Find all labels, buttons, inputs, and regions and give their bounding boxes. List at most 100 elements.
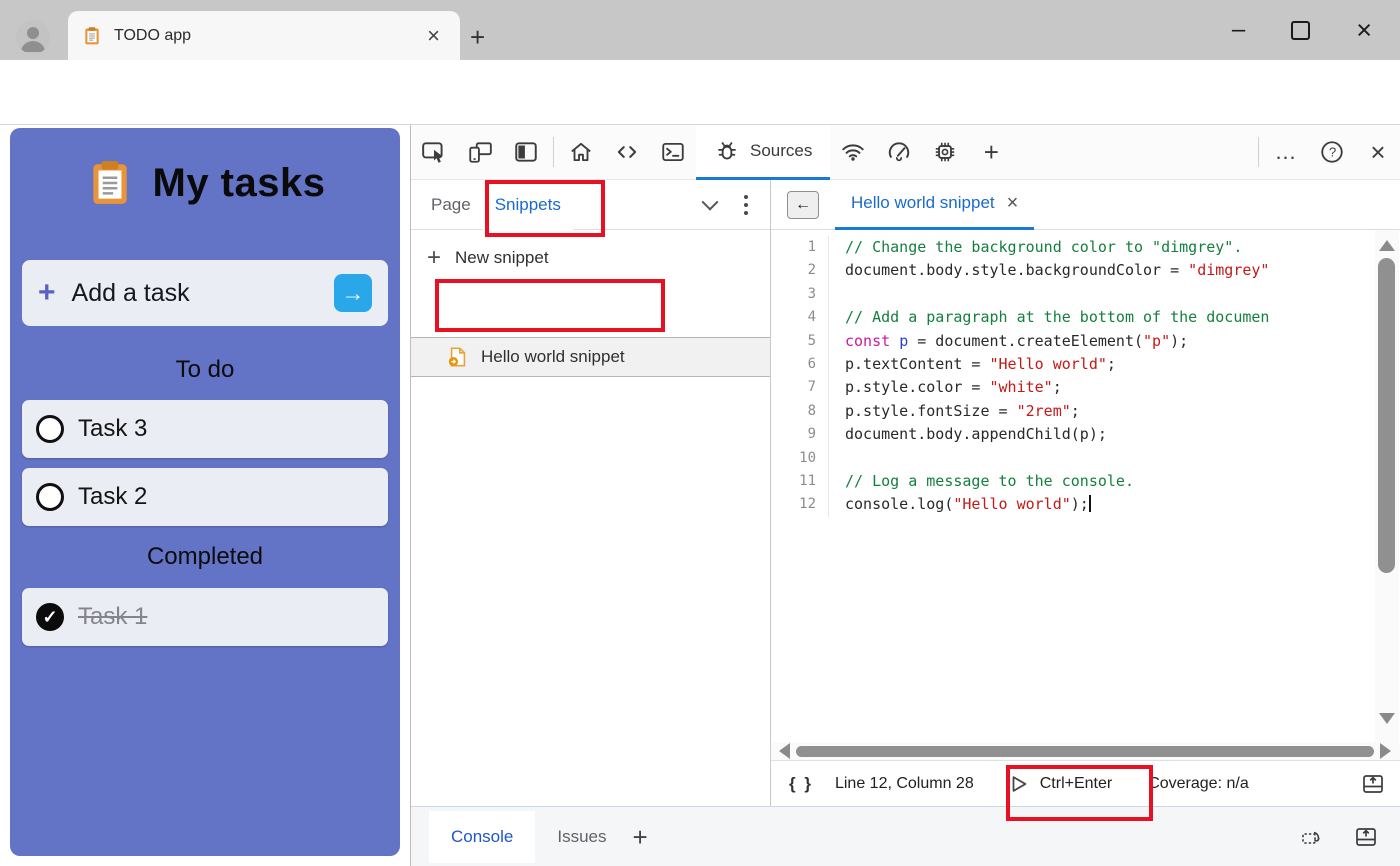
- task-row[interactable]: Task 2: [22, 468, 388, 526]
- code-line[interactable]: 6p.textContent = "Hello world";: [771, 353, 1400, 376]
- console-panel-icon[interactable]: [650, 132, 696, 172]
- toolbar-divider: [553, 137, 554, 167]
- code-line[interactable]: 5const p = document.createElement("p");: [771, 330, 1400, 353]
- code-line[interactable]: 7p.style.color = "white";: [771, 376, 1400, 399]
- network-conditions-icon[interactable]: [830, 132, 876, 172]
- code-line[interactable]: 9document.body.appendChild(p);: [771, 423, 1400, 446]
- browser-window: TODO app × + – × ← https://microsoftedge…: [0, 0, 1400, 866]
- hide-navigator-icon[interactable]: ←: [787, 191, 819, 219]
- memory-chip-icon[interactable]: [922, 132, 968, 172]
- tab-strip: TODO app × + – ×: [0, 0, 1400, 60]
- profile-avatar[interactable]: [16, 20, 50, 54]
- horizontal-scrollbar[interactable]: [771, 742, 1400, 760]
- welcome-home-icon[interactable]: [558, 132, 604, 172]
- code-line[interactable]: 2document.body.style.backgroundColor = "…: [771, 259, 1400, 282]
- performance-gauge-icon[interactable]: [876, 132, 922, 172]
- scroll-up-icon[interactable]: [1379, 240, 1395, 251]
- run-snippet-button[interactable]: Ctrl+Enter: [1008, 773, 1112, 795]
- tab-snippets[interactable]: Snippets: [483, 180, 573, 230]
- run-shortcut-label: Ctrl+Enter: [1040, 775, 1112, 793]
- code-line[interactable]: 3: [771, 283, 1400, 306]
- sources-tab-label: Sources: [750, 141, 812, 161]
- add-task-submit-button[interactable]: →: [334, 274, 372, 312]
- vertical-scrollbar[interactable]: [1375, 230, 1399, 742]
- chevron-down-icon[interactable]: [702, 193, 719, 210]
- new-snippet-button[interactable]: + New snippet: [411, 238, 770, 278]
- scroll-right-icon[interactable]: [1380, 743, 1391, 759]
- drawer-tab-issues[interactable]: Issues: [535, 827, 628, 847]
- horizontal-scroll-thumb[interactable]: [796, 746, 1374, 757]
- pretty-print-icon[interactable]: { }: [789, 774, 813, 794]
- inspect-element-icon[interactable]: [411, 132, 457, 172]
- tab-page[interactable]: Page: [419, 180, 483, 230]
- help-icon[interactable]: ?: [1309, 132, 1355, 172]
- task-row[interactable]: Task 3: [22, 400, 388, 458]
- vertical-scroll-thumb[interactable]: [1378, 258, 1395, 573]
- code-line[interactable]: 1// Change the background color to "dimg…: [771, 236, 1400, 259]
- line-number[interactable]: 6: [771, 353, 829, 376]
- more-tools-plus-icon[interactable]: +: [968, 132, 1014, 172]
- editor-tab-close-icon[interactable]: ×: [1007, 193, 1019, 213]
- devtools-menu-icon[interactable]: …: [1263, 132, 1309, 172]
- code-line[interactable]: 11// Log a message to the console.: [771, 470, 1400, 493]
- snippet-editor: ← Hello world snippet × 1// Change the b…: [771, 180, 1400, 806]
- browser-tab-todo-app[interactable]: TODO app ×: [68, 11, 460, 60]
- devtools-close-icon[interactable]: ×: [1355, 132, 1400, 172]
- drawer-tab-console[interactable]: Console: [429, 811, 535, 863]
- address-toolbar: ← https://microsoftedge.github.io/Demos/…: [0, 60, 1400, 125]
- navigator-menu-icon[interactable]: [744, 195, 748, 215]
- window-close-icon[interactable]: ×: [1356, 17, 1372, 44]
- drawer-add-tab-icon[interactable]: +: [633, 824, 648, 850]
- snippet-item-hello-world[interactable]: Hello world snippet: [411, 337, 770, 377]
- line-number[interactable]: 12: [771, 493, 829, 516]
- task-checkbox[interactable]: [36, 415, 64, 443]
- code-line[interactable]: 4// Add a paragraph at the bottom of the…: [771, 306, 1400, 329]
- new-tab-icon[interactable]: +: [470, 24, 485, 50]
- window-maximize-icon[interactable]: [1291, 21, 1310, 40]
- cursor-position: Line 12, Column 28: [835, 775, 974, 793]
- line-number[interactable]: 1: [771, 236, 829, 259]
- code-text: p.textContent = "Hello world";: [829, 353, 1116, 376]
- dock-side-icon[interactable]: [503, 132, 549, 172]
- navigator-tab-bar: Page Snippets: [411, 180, 770, 230]
- devtools-panel: Sources + … ? × Page Snippets: [410, 125, 1400, 866]
- tab-sources[interactable]: Sources: [696, 125, 830, 180]
- task-checkbox[interactable]: [36, 483, 64, 511]
- editor-tab-bar: ← Hello world snippet ×: [771, 180, 1400, 230]
- code-line[interactable]: 10: [771, 447, 1400, 470]
- code-lines: 1// Change the background color to "dimg…: [771, 230, 1400, 517]
- line-number[interactable]: 11: [771, 470, 829, 493]
- task-label: Task 3: [78, 415, 147, 443]
- scroll-down-icon[interactable]: [1379, 713, 1395, 724]
- code-line[interactable]: 8p.style.fontSize = "2rem";: [771, 400, 1400, 423]
- tab-close-icon[interactable]: ×: [421, 25, 446, 47]
- code-line[interactable]: 12console.log("Hello world");: [771, 493, 1400, 516]
- line-number[interactable]: 10: [771, 447, 829, 470]
- section-heading-todo: To do: [10, 356, 400, 384]
- todo-app-card: My tasks + Add a task → To do Task 3 Tas…: [10, 128, 400, 856]
- line-number[interactable]: 5: [771, 330, 829, 353]
- editor-tab-hello-world[interactable]: Hello world snippet ×: [835, 180, 1034, 230]
- code-text: [829, 447, 845, 470]
- line-number[interactable]: 3: [771, 283, 829, 306]
- coverage-status: Coverage: n/a: [1148, 775, 1249, 793]
- restore-drawer-icon[interactable]: [1299, 825, 1325, 849]
- line-number[interactable]: 2: [771, 259, 829, 282]
- add-task-input[interactable]: + Add a task →: [22, 260, 388, 326]
- code-text: [829, 283, 845, 306]
- expand-drawer-icon[interactable]: [1353, 825, 1379, 849]
- dock-drawer-icon[interactable]: [1361, 772, 1385, 796]
- line-number[interactable]: 4: [771, 306, 829, 329]
- elements-panel-icon[interactable]: [604, 132, 650, 172]
- snippet-file-icon: [447, 346, 469, 368]
- line-number[interactable]: 9: [771, 423, 829, 446]
- plus-icon: +: [427, 246, 441, 270]
- window-minimize-icon[interactable]: –: [1232, 18, 1245, 42]
- line-number[interactable]: 8: [771, 400, 829, 423]
- task-checkbox-checked[interactable]: ✓: [36, 603, 64, 631]
- line-number[interactable]: 7: [771, 376, 829, 399]
- code-editor[interactable]: 1// Change the background color to "dimg…: [771, 230, 1400, 742]
- scroll-left-icon[interactable]: [779, 743, 790, 759]
- device-emulation-icon[interactable]: [457, 132, 503, 172]
- task-row-completed[interactable]: ✓ Task 1: [22, 588, 388, 646]
